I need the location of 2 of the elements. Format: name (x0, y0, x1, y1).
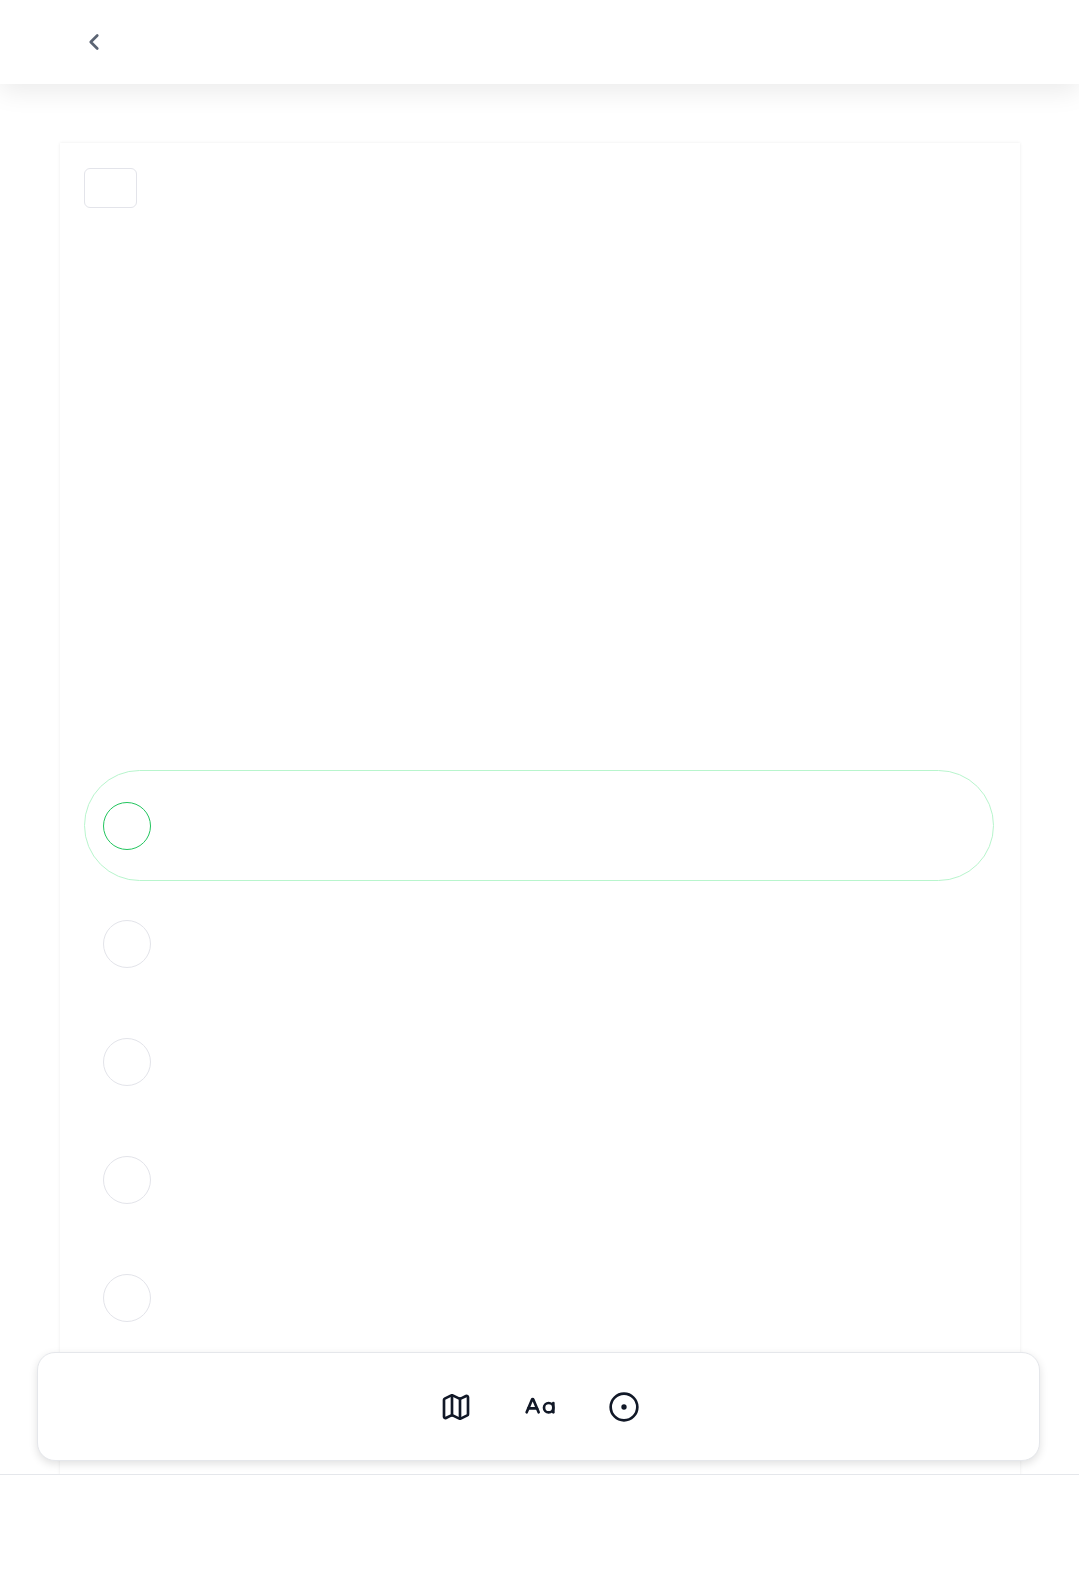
tag-placeholder (84, 168, 137, 208)
target-icon (607, 1390, 640, 1423)
